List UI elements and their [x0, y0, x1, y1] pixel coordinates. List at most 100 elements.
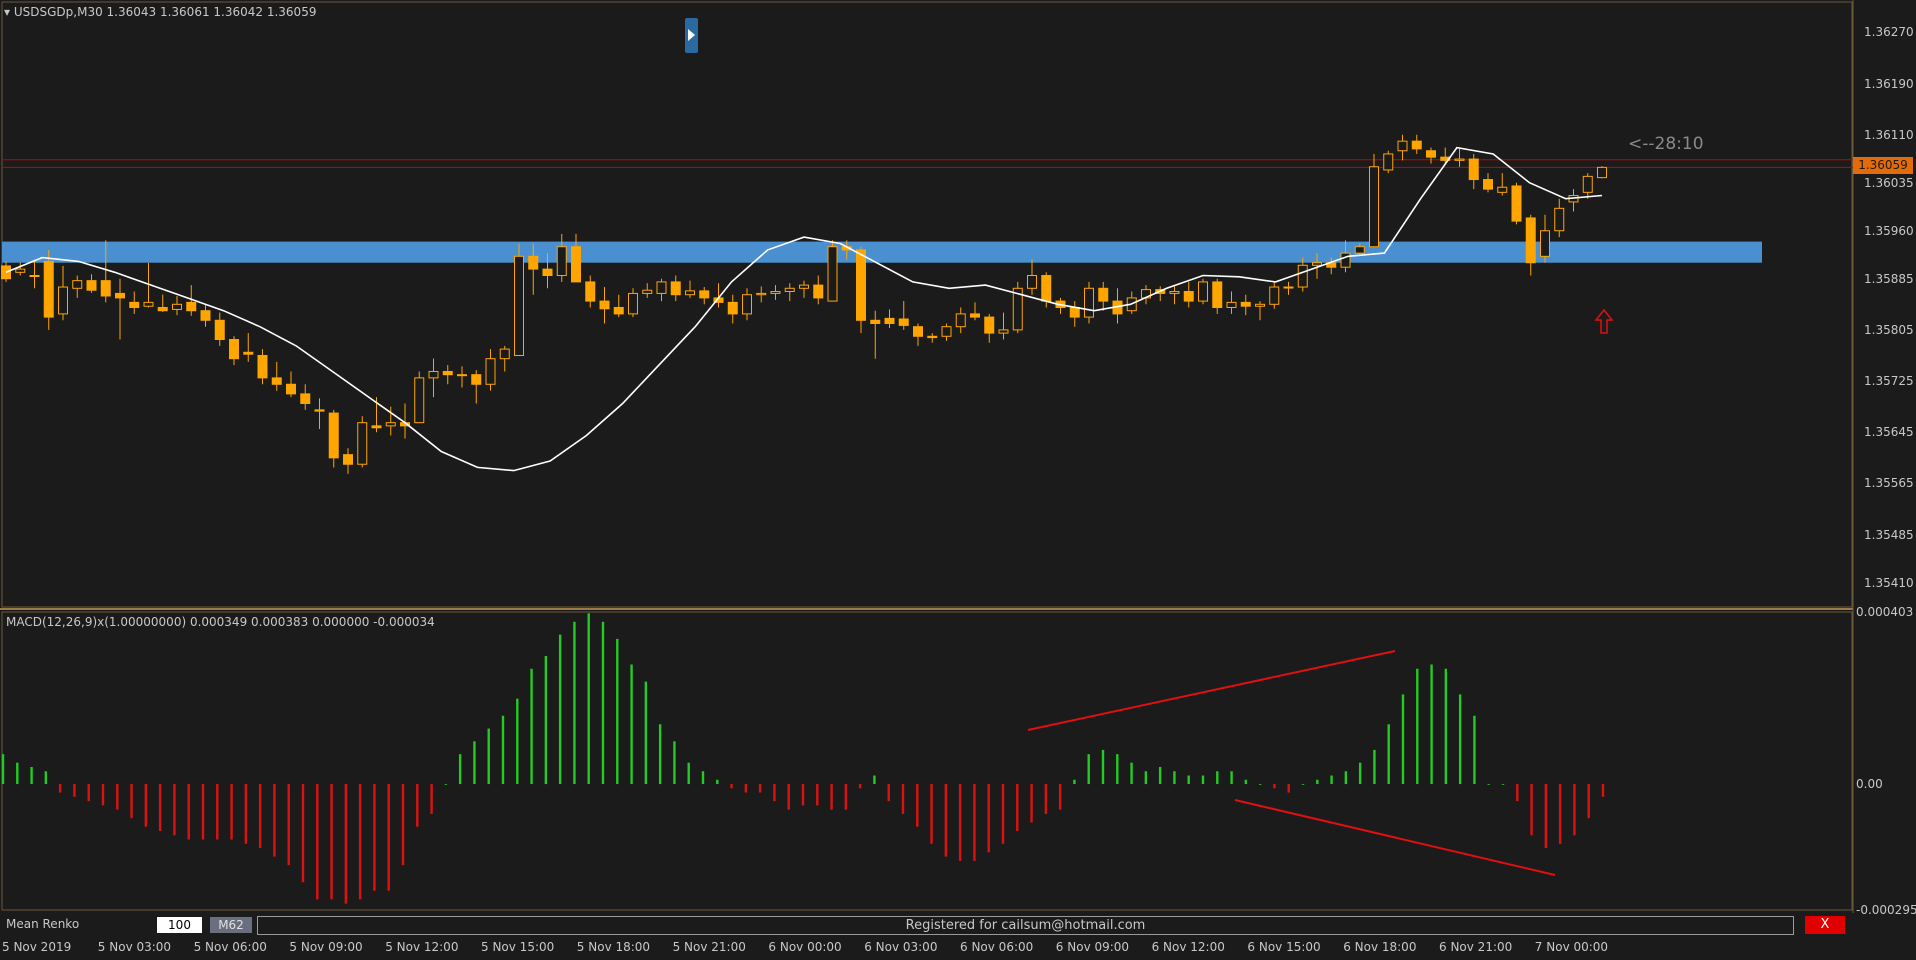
candle-body — [1582, 175, 1593, 193]
candle-body — [1497, 186, 1508, 193]
macd-bar — [1516, 784, 1519, 802]
candle-body — [86, 280, 97, 291]
current-price-badge: 1.36059 — [1853, 157, 1913, 174]
time-tick: 5 Nov 15:00 — [481, 940, 555, 954]
candle[interactable] — [414, 371, 425, 424]
price-tick: 1.35645 — [1864, 425, 1914, 440]
macd-bar — [301, 784, 305, 883]
macd-bar — [44, 771, 48, 785]
candle-body — [984, 316, 995, 334]
candle[interactable] — [856, 246, 866, 334]
candle-body — [1369, 166, 1379, 248]
macd-bar — [1201, 775, 1205, 785]
candle-body — [1411, 140, 1422, 150]
candle[interactable] — [357, 416, 368, 468]
macd-bar — [1073, 779, 1076, 785]
macd-bar — [1044, 784, 1048, 814]
candle-body — [955, 313, 966, 328]
macd-bar — [1130, 762, 1133, 785]
macd-bar — [187, 784, 190, 840]
panel-toggle-button[interactable] — [685, 18, 698, 53]
candle-body — [186, 301, 197, 312]
macd-tick: 0.000403 — [1856, 605, 1914, 619]
macd-bar — [1058, 784, 1062, 810]
candle-body — [613, 307, 624, 315]
support-zone[interactable] — [2, 241, 1762, 263]
macd-bar — [987, 784, 990, 853]
candle[interactable] — [1511, 182, 1522, 225]
price-tick: 1.36110 — [1864, 127, 1914, 142]
macd-bar — [1, 754, 5, 785]
macd-bar — [730, 784, 733, 789]
price-tick: 1.35725 — [1864, 374, 1914, 389]
candle-body — [357, 422, 368, 465]
candle[interactable] — [1597, 166, 1607, 179]
time-tick: 5 Nov 2019 — [2, 940, 72, 954]
candle-body — [328, 412, 339, 459]
candle[interactable] — [1198, 278, 1208, 305]
candle[interactable] — [514, 243, 524, 356]
candle-body — [628, 292, 638, 315]
candle-body — [499, 348, 510, 360]
candle-body — [1312, 262, 1322, 266]
candle-body — [300, 393, 311, 404]
macd-bar — [816, 784, 819, 806]
candle-body — [727, 301, 738, 315]
symbol-header: ▾ USDSGDp,M30 1.36043 1.36061 1.36042 1.… — [4, 5, 316, 19]
macd-bar — [1344, 771, 1348, 785]
close-button[interactable]: X — [1805, 916, 1845, 934]
macd-bar — [1230, 771, 1233, 785]
macd-bar — [1158, 766, 1162, 785]
macd-bar — [1030, 784, 1033, 823]
candle-body — [827, 246, 838, 302]
candle[interactable] — [1012, 281, 1023, 334]
macd-bar — [1216, 771, 1219, 785]
candle-body — [314, 409, 325, 412]
candle-body — [1511, 185, 1522, 222]
macd-bar — [458, 754, 462, 785]
candle-body — [257, 354, 268, 379]
macd-bar — [1601, 784, 1605, 797]
candle-body — [770, 291, 781, 294]
price-tick: 1.36035 — [1864, 175, 1914, 190]
candle-body — [870, 319, 881, 324]
macd-bar — [1116, 754, 1119, 785]
candle[interactable] — [1084, 281, 1094, 324]
candle-body — [1340, 252, 1351, 268]
price-tick: 1.35885 — [1864, 271, 1914, 286]
macd-bar — [1430, 664, 1433, 785]
candle-body — [72, 280, 83, 289]
macd-bar — [173, 784, 176, 836]
price-tick: 1.35960 — [1864, 223, 1914, 238]
macd-bar — [744, 784, 748, 793]
candle-body — [1540, 230, 1550, 257]
time-tick: 6 Nov 15:00 — [1247, 940, 1321, 954]
macd-bar — [801, 784, 805, 806]
macd-bar — [1358, 762, 1362, 785]
candle-body — [243, 351, 254, 355]
macd-bar — [1373, 749, 1376, 785]
candle[interactable] — [1369, 153, 1379, 248]
macd-bar — [1301, 784, 1305, 785]
macd-bar — [73, 784, 76, 797]
macd-bar — [858, 784, 862, 789]
candle-body — [115, 292, 125, 299]
time-tick: 6 Nov 06:00 — [960, 940, 1034, 954]
macd-bar — [1473, 715, 1476, 785]
macd-bar — [587, 613, 590, 785]
candle-body — [799, 284, 809, 289]
time-tick: 6 Nov 00:00 — [768, 940, 842, 954]
candle-body — [1383, 153, 1394, 171]
candle-body — [286, 383, 296, 395]
macd-bar — [673, 741, 676, 785]
macd-bar — [444, 784, 448, 785]
macd-bar — [401, 784, 405, 866]
candle[interactable] — [827, 240, 838, 302]
macd-bar — [373, 784, 376, 891]
macd-bar — [1458, 694, 1462, 785]
renko-value-field[interactable]: 100 — [157, 917, 202, 933]
renko-timeframe-button[interactable]: M62 — [210, 917, 252, 933]
triangle-down-icon[interactable]: ▾ — [4, 5, 10, 19]
macd-bar — [944, 784, 948, 857]
candle[interactable] — [1383, 150, 1394, 174]
